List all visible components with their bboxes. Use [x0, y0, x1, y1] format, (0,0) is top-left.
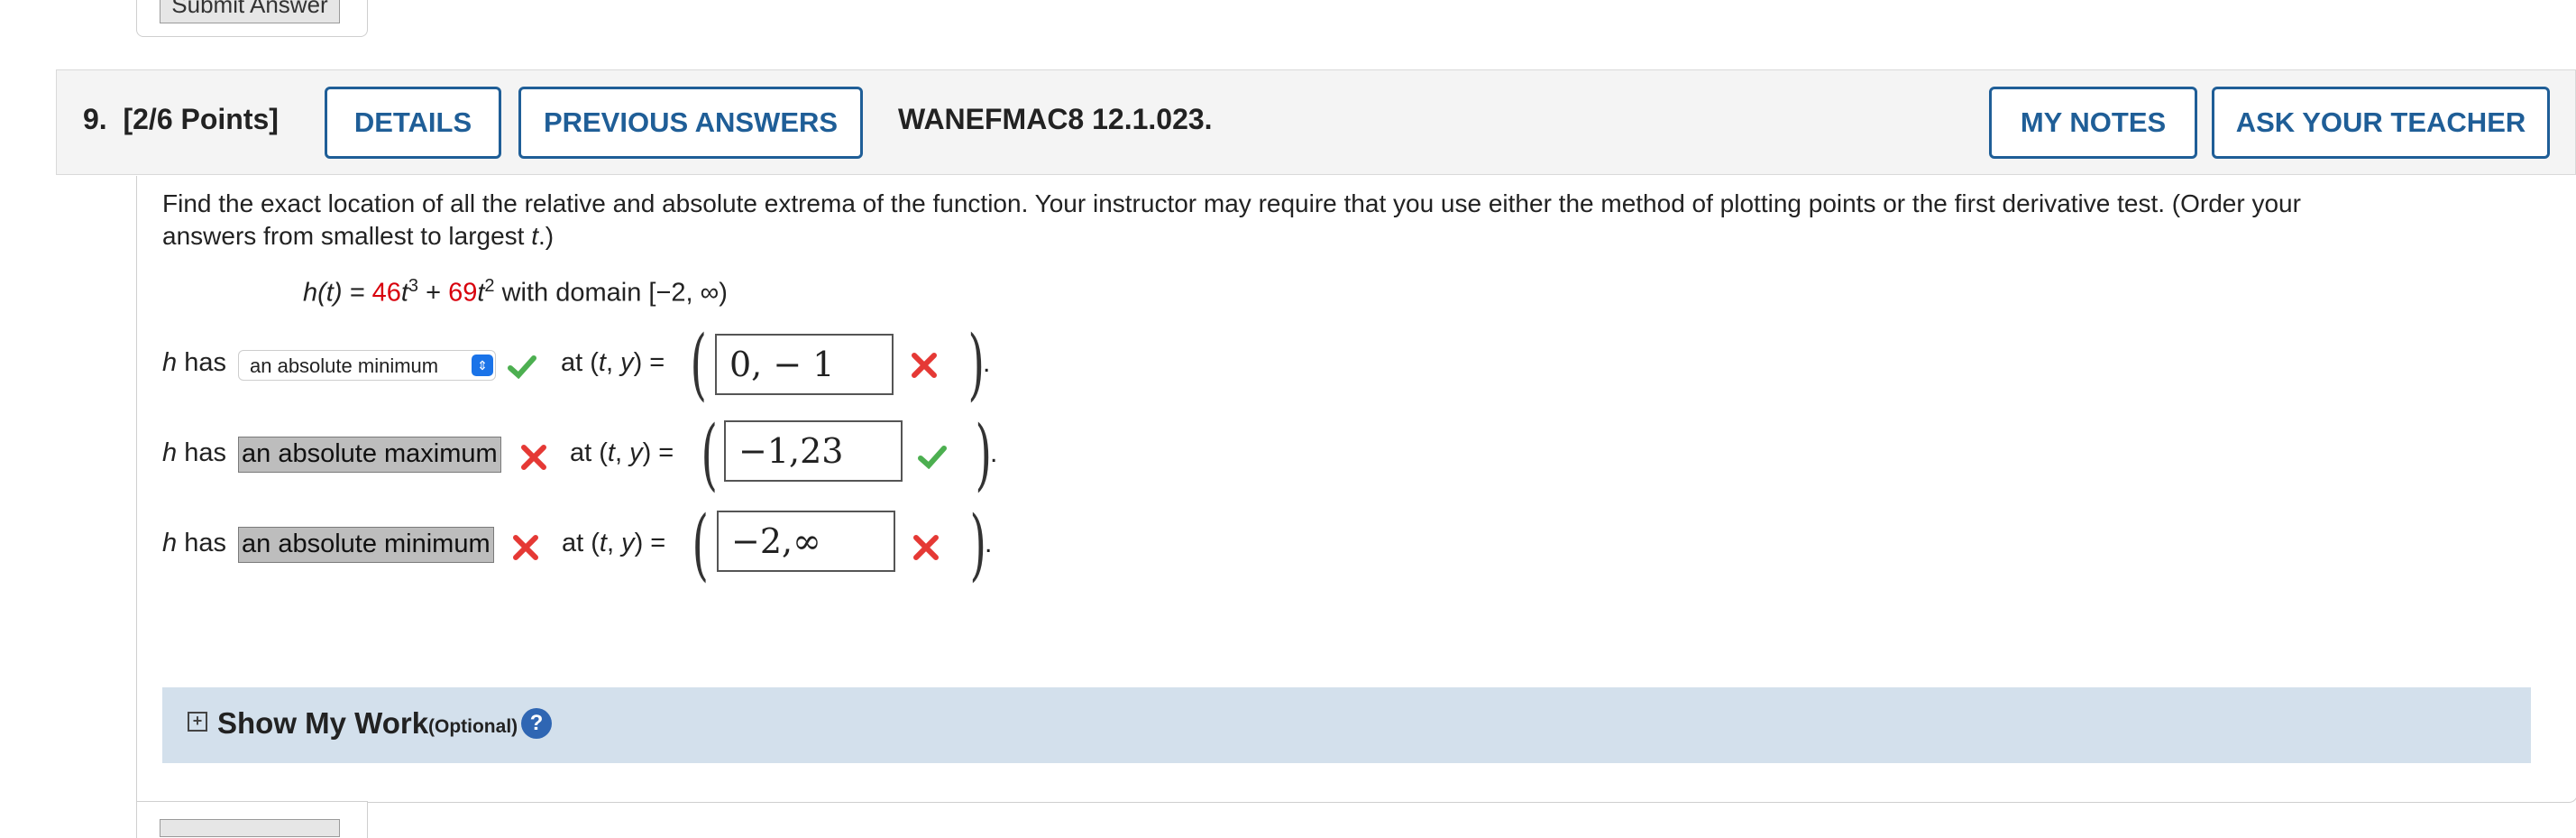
period: .: [985, 529, 993, 558]
answer-input[interactable]: −2,∞: [717, 511, 895, 572]
extremum-select[interactable]: an absolute minimum: [238, 350, 496, 381]
row-prefix: h has: [162, 438, 226, 467]
answer-input[interactable]: 0, − 1: [715, 334, 894, 395]
extremum-graded: an absolute minimum: [238, 527, 494, 563]
previous-answers-button[interactable]: PREVIOUS ANSWERS: [518, 87, 863, 159]
x-icon: [912, 353, 937, 378]
open-paren: (: [701, 410, 719, 500]
expand-icon[interactable]: +: [188, 712, 207, 732]
question-number: 9. [2/6 Points]: [83, 103, 279, 135]
coord-label: at (t, y) =: [570, 438, 674, 467]
help-icon[interactable]: ?: [521, 708, 552, 739]
select-arrow-icon[interactable]: ⇕: [472, 355, 493, 376]
show-my-work-optional: (Optional): [428, 716, 518, 737]
coord-label: at (t, y) =: [562, 529, 666, 557]
x-icon: [913, 535, 939, 560]
submit-answer-button[interactable]: Submit Answer: [160, 0, 340, 23]
show-my-work-title[interactable]: Show My Work: [217, 706, 428, 741]
open-paren: (: [690, 319, 708, 410]
question-code: WANEFMAC8 12.1.023.: [898, 103, 1213, 135]
ask-your-teacher-button[interactable]: ASK YOUR TEACHER: [2212, 87, 2550, 159]
period: .: [983, 348, 991, 378]
coord-label: at (t, y) =: [561, 348, 665, 377]
row-prefix: h has: [162, 529, 226, 557]
check-icon: [508, 355, 536, 379]
check-icon: [918, 446, 947, 469]
answer-input[interactable]: −1,23: [724, 420, 903, 482]
show-my-work-panel[interactable]: + Show My Work (Optional) ?: [162, 687, 2531, 763]
function-formula: h(t) = 46t3 + 69t2 with domain [−2, ∞): [303, 276, 728, 308]
my-notes-button[interactable]: MY NOTES: [1989, 87, 2197, 159]
details-button[interactable]: DETAILS: [325, 87, 501, 159]
row-prefix: h has: [162, 348, 226, 377]
x-icon: [521, 445, 546, 470]
period: .: [990, 438, 998, 468]
next-submit-button[interactable]: [160, 819, 340, 837]
x-icon: [513, 535, 538, 560]
extremum-graded: an absolute maximum: [238, 437, 501, 473]
question-prompt: Find the exact location of all the relat…: [162, 189, 2301, 250]
open-paren: (: [692, 500, 710, 590]
question-points: [2/6 Points]: [123, 103, 279, 135]
